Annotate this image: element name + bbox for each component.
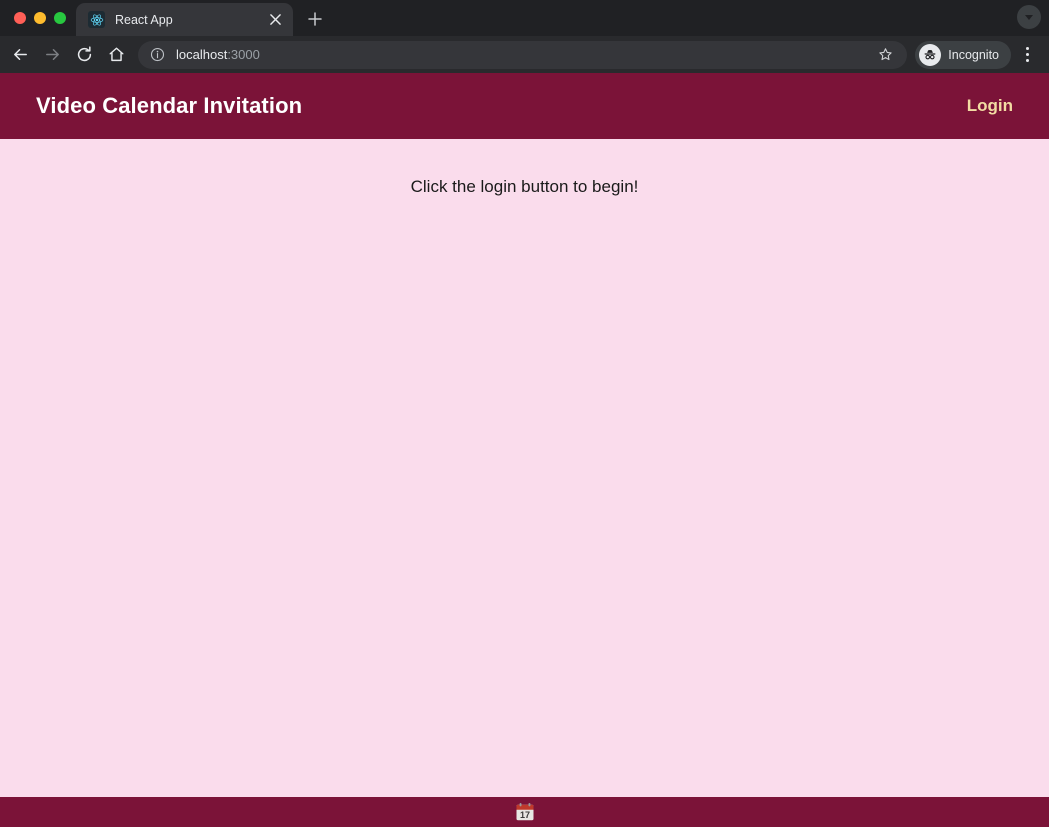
browser-window: React App localhost:3000 Incognito Video… — [0, 0, 1049, 827]
tab-search-button[interactable] — [1017, 5, 1041, 29]
info-circle-icon[interactable] — [150, 47, 165, 62]
browser-tab[interactable]: React App — [76, 3, 293, 36]
incognito-icon — [919, 43, 942, 66]
close-tab-icon[interactable] — [265, 10, 285, 30]
menu-dot — [1025, 47, 1029, 50]
url-port: :3000 — [227, 47, 260, 62]
page-title: Video Calendar Invitation — [36, 93, 303, 118]
menu-dot — [1025, 53, 1029, 56]
star-icon[interactable] — [873, 43, 897, 67]
tab-strip: React App — [0, 0, 1049, 36]
incognito-profile-chip[interactable]: Incognito — [915, 40, 1011, 69]
react-logo-icon — [88, 11, 105, 28]
address-bar[interactable]: localhost:3000 — [138, 40, 908, 69]
forward-button[interactable] — [36, 39, 68, 71]
main-content: Click the login button to begin! — [0, 139, 1049, 797]
url-host: localhost — [176, 47, 228, 62]
home-button[interactable] — [100, 39, 132, 71]
page-viewport: Video Calendar Invitation Login Click th… — [0, 73, 1049, 827]
app-header: Video Calendar Invitation Login — [0, 73, 1049, 139]
calendar-day-label: 17 — [519, 810, 529, 820]
menu-dot — [1025, 59, 1029, 62]
app-footer: 17 — [0, 797, 1049, 827]
back-button[interactable] — [4, 39, 36, 71]
new-tab-button[interactable] — [301, 5, 329, 33]
maximize-window-button[interactable] — [54, 12, 66, 24]
tab-title: React App — [115, 12, 173, 27]
window-controls — [0, 0, 76, 36]
incognito-label: Incognito — [948, 47, 999, 62]
login-button[interactable]: Login — [967, 96, 1013, 116]
browser-toolbar: localhost:3000 Incognito — [0, 36, 1049, 73]
minimize-window-button[interactable] — [34, 12, 46, 24]
url-text: localhost:3000 — [176, 47, 873, 62]
close-window-button[interactable] — [14, 12, 26, 24]
reload-button[interactable] — [68, 39, 100, 71]
calendar-icon: 17 — [515, 802, 535, 822]
three-dot-menu-icon[interactable] — [1013, 39, 1041, 71]
instruction-text: Click the login button to begin! — [410, 177, 639, 196]
